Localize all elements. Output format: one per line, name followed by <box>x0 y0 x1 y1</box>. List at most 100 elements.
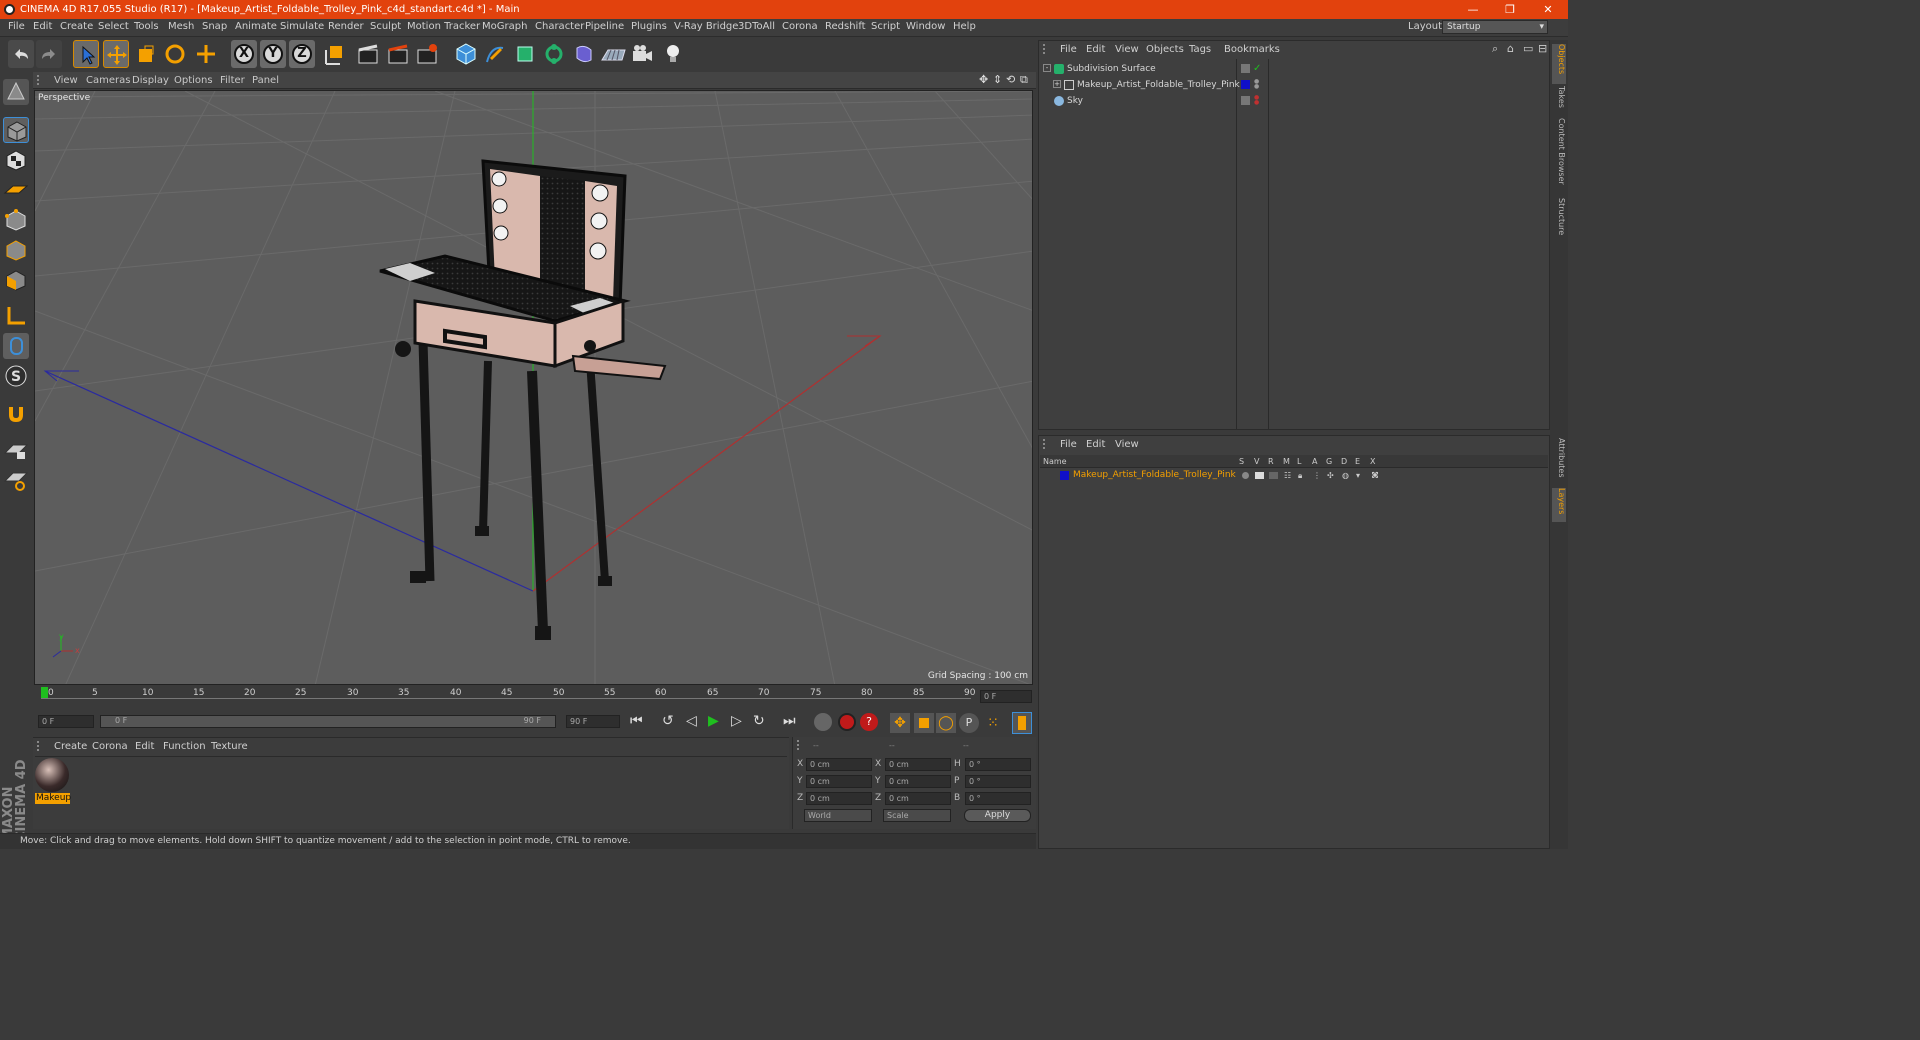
object-row-subdivision[interactable]: - Subdivision Surface ✓ <box>1040 61 1550 77</box>
make-editable-button[interactable] <box>3 79 29 105</box>
menu-redshift[interactable]: Redshift <box>825 21 866 32</box>
layer-header-col[interactable]: V <box>1254 457 1259 466</box>
add-cube-button[interactable] <box>453 40 479 68</box>
key-point-level-icon[interactable]: ⁙ <box>983 713 1003 733</box>
viewport-rotate-icon[interactable]: ⟲ <box>1006 73 1015 86</box>
y-axis-lock-button[interactable]: Y <box>260 40 286 68</box>
layout-select[interactable]: Startup ▾ <box>1442 20 1548 34</box>
layer-menu-edit[interactable]: Edit <box>1086 439 1105 450</box>
viewport-zoom-icon[interactable]: ⇕ <box>993 73 1002 86</box>
manager-icon[interactable]: ☷ <box>1284 471 1291 480</box>
tab-structure[interactable]: Structure <box>1552 198 1566 242</box>
viewport-maximize-icon[interactable]: ⧉ <box>1020 73 1028 87</box>
tab-content-browser[interactable]: Content Browser <box>1552 118 1566 192</box>
lock-icon[interactable]: 🔒︎ <box>1298 471 1302 481</box>
menu-render[interactable]: Render <box>328 21 364 32</box>
grip-handle[interactable] <box>1043 439 1051 449</box>
search-icon[interactable]: ⌕ <box>1492 42 1498 56</box>
snap-button[interactable]: S <box>3 363 29 389</box>
menu-simulate[interactable]: Simulate <box>280 21 324 32</box>
object-menu-file[interactable]: File <box>1060 44 1077 55</box>
position-x-field[interactable]: 0 cm <box>806 758 872 771</box>
tab-layers[interactable]: Layers <box>1552 488 1566 522</box>
render-picture-viewer-button[interactable] <box>385 40 411 68</box>
edges-mode-button[interactable] <box>3 237 29 263</box>
layer-header-col[interactable]: L <box>1297 457 1301 466</box>
menu-sculpt[interactable]: Sculpt <box>370 21 401 32</box>
x-axis-lock-button[interactable]: X <box>231 40 257 68</box>
material-menu-create[interactable]: Create <box>54 741 87 752</box>
scale-dropdown[interactable]: Scale <box>883 809 951 822</box>
menu-animate[interactable]: Animate <box>235 21 277 32</box>
object-menu-objects[interactable]: Objects <box>1146 44 1184 55</box>
close-button[interactable]: ✕ <box>1530 0 1566 19</box>
key-position-icon[interactable]: ✥ <box>890 713 910 733</box>
locked-workplane-button[interactable] <box>3 437 29 463</box>
planar-workplane-button[interactable] <box>3 467 29 493</box>
size-x-field[interactable]: 0 cm <box>885 758 951 771</box>
material-menu-edit[interactable]: Edit <box>135 741 154 752</box>
scale-tool-button[interactable] <box>133 40 159 68</box>
rotation-p-field[interactable]: 0 ° <box>965 775 1031 788</box>
end-frame-field[interactable]: 90 F <box>566 715 620 728</box>
world-dropdown[interactable]: World <box>804 809 872 822</box>
size-y-field[interactable]: 0 cm <box>885 775 951 788</box>
model-mode-button[interactable] <box>3 117 29 143</box>
apply-button[interactable]: Apply <box>964 809 1031 822</box>
object-menu-edit[interactable]: Edit <box>1086 44 1105 55</box>
menu-mograph[interactable]: MoGraph <box>482 21 527 32</box>
xref-icon[interactable]: ⌘ <box>1371 471 1379 480</box>
visibility-dots[interactable]: ● ● <box>1254 95 1259 106</box>
menu-character[interactable]: Character <box>535 21 584 32</box>
grip-handle[interactable] <box>1043 44 1051 54</box>
visibility-toggle[interactable] <box>1241 96 1250 105</box>
select-tool-button[interactable] <box>73 40 99 68</box>
material-menu-corona[interactable]: Corona <box>92 741 128 752</box>
layer-menu-file[interactable]: File <box>1060 439 1077 450</box>
menu-mesh[interactable]: Mesh <box>168 21 194 32</box>
material-menu-function[interactable]: Function <box>163 741 206 752</box>
solo-icon[interactable] <box>1242 472 1249 479</box>
transform-tool-button[interactable] <box>193 40 219 68</box>
add-spline-button[interactable] <box>482 40 508 68</box>
next-key-icon[interactable]: ↻ <box>753 713 765 729</box>
object-row-sky[interactable]: Sky ● ● <box>1040 93 1550 109</box>
material-swatch[interactable]: Makeup <box>35 758 71 806</box>
menu-file[interactable]: File <box>8 21 25 32</box>
animation-icon[interactable]: ⋮ <box>1313 471 1321 480</box>
layer-header-col[interactable]: G <box>1326 457 1332 466</box>
expand-icon[interactable]: + <box>1053 80 1061 88</box>
menu-corona[interactable]: Corona <box>782 21 818 32</box>
tab-takes[interactable]: Takes <box>1552 86 1566 112</box>
expressions-icon[interactable]: ▾ <box>1356 471 1360 480</box>
move-tool-button[interactable] <box>103 40 129 68</box>
render-icon[interactable] <box>1269 472 1278 479</box>
add-camera-button[interactable] <box>629 40 655 68</box>
step-back-icon[interactable]: ◁ <box>686 713 697 729</box>
viewport-menu-display[interactable]: Display <box>132 75 169 86</box>
layer-header-col[interactable]: R <box>1268 457 1274 466</box>
add-floor-button[interactable] <box>600 40 626 68</box>
layer-header-col[interactable]: E <box>1355 457 1360 466</box>
go-to-start-icon[interactable]: ⏮ <box>630 713 643 729</box>
menu-window[interactable]: Window <box>906 21 945 32</box>
texture-mode-button[interactable] <box>3 147 29 173</box>
points-mode-button[interactable] <box>3 207 29 233</box>
menu-3dtoall[interactable]: 3DToAll <box>738 21 775 32</box>
frame-range-slider[interactable]: 0 F 90 F <box>100 715 556 728</box>
view-eye-icon[interactable] <box>1255 472 1264 479</box>
menu-script[interactable]: Script <box>871 21 900 32</box>
menu-vray-bridge[interactable]: V-Ray Bridge <box>674 21 738 32</box>
polygons-mode-button[interactable] <box>3 267 29 293</box>
visibility-dots[interactable]: ● ● <box>1254 79 1259 90</box>
undo-button[interactable] <box>8 40 34 68</box>
new-window-icon[interactable]: ▭ <box>1523 42 1533 55</box>
object-menu-bookmarks[interactable]: Bookmarks <box>1224 44 1280 55</box>
layer-color-swatch[interactable] <box>1060 471 1069 480</box>
add-deformer-button[interactable] <box>571 40 597 68</box>
key-parameter-icon[interactable]: P <box>959 713 979 733</box>
go-to-end-icon[interactable]: ⏭ <box>783 713 796 729</box>
viewport-move-icon[interactable]: ✥ <box>979 73 988 86</box>
previous-key-icon[interactable]: ↺ <box>662 713 674 729</box>
layer-header-col[interactable]: X <box>1370 457 1375 466</box>
